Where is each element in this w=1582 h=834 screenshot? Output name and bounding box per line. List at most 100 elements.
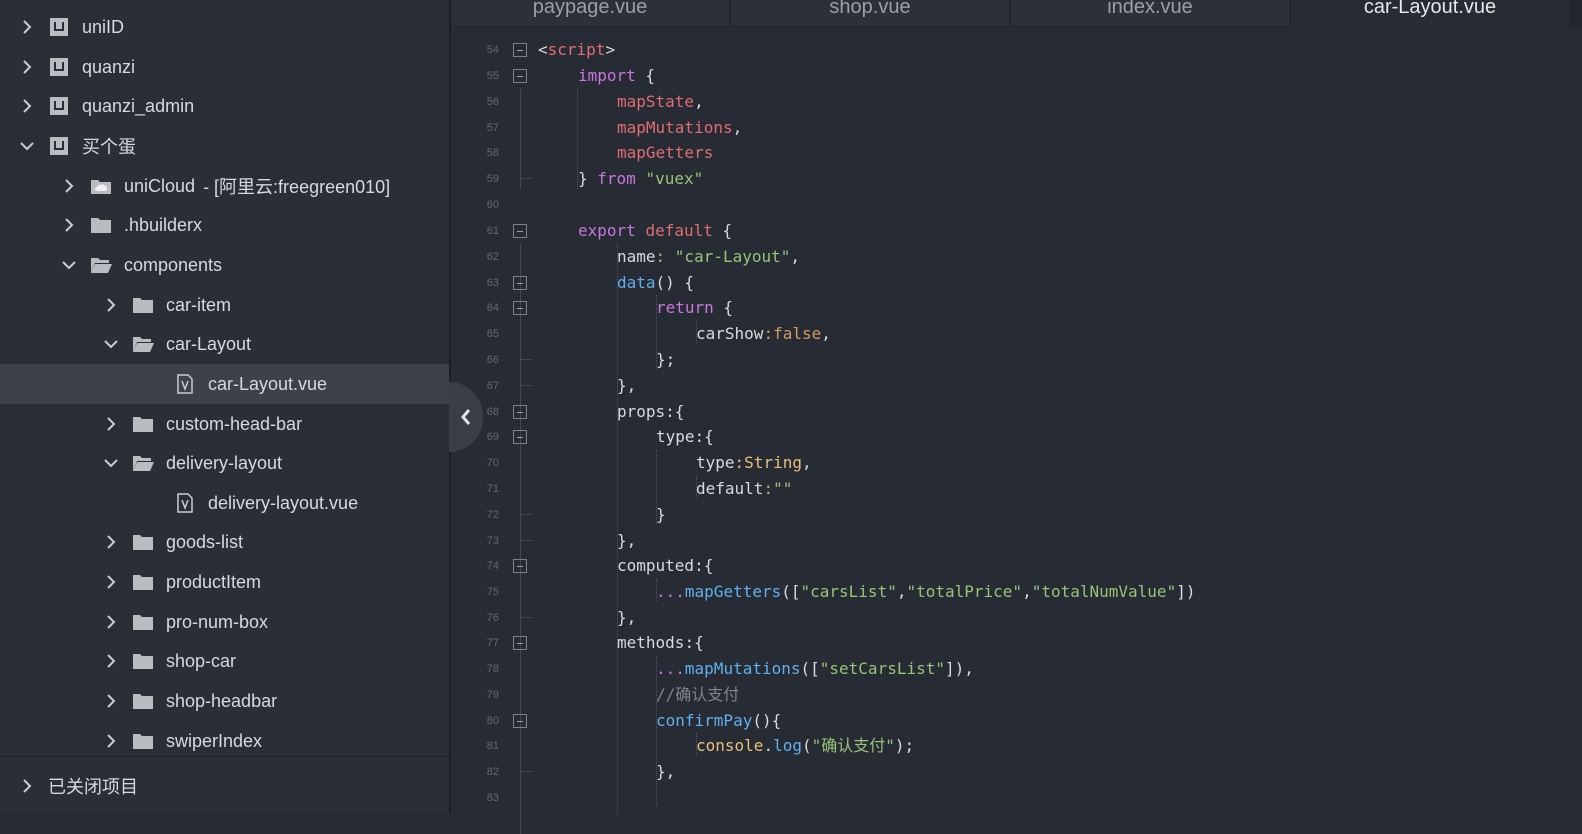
line-number: 58 [486,147,499,159]
code-text: import { [578,66,656,85]
tree-item-shop-headbar[interactable]: shop-headbar [0,681,449,721]
fold-toggle[interactable] [513,276,527,290]
tree-item-unicloud[interactable]: uniCloud - [阿里云:freegreen010] [0,166,449,206]
fold-toggle[interactable] [513,430,527,444]
code-line[interactable]: 78 ...mapMutations(["setCarsList"]), [451,656,1582,682]
tab-car-layout-vue[interactable]: car-Layout.vue [1291,0,1571,26]
chevron-right-icon[interactable] [104,654,118,668]
chevron-right-icon[interactable] [104,694,118,708]
fold-toggle[interactable] [513,405,527,419]
fold-toggle[interactable] [513,224,527,238]
code-line[interactable]: 75 ...mapGetters(["carsList","totalPrice… [451,579,1582,605]
code-line[interactable]: 64 return { [451,295,1582,321]
chevron-right-icon[interactable] [20,778,34,793]
code-line[interactable]: 74 computed:{ [451,553,1582,579]
chevron-down-icon[interactable] [104,337,118,351]
tree-item-components[interactable]: components [0,245,449,285]
chevron-down-icon[interactable] [20,139,34,153]
code-line[interactable]: 81 console.log("确认支付"); [451,733,1582,759]
line-number: 55 [486,70,499,82]
code-line[interactable]: 76 }, [451,605,1582,631]
project-label: quanzi_admin [82,95,195,116]
code-line[interactable]: 77 methods:{ [451,630,1582,656]
fold-toggle[interactable] [513,559,527,573]
code-line[interactable]: 82 }, [451,759,1582,785]
chevron-right-icon[interactable] [62,179,76,193]
code-text: type:String, [696,453,812,472]
chevron-right-icon[interactable] [104,615,118,629]
fold-toggle[interactable] [513,301,527,315]
project-item-quanzi[interactable]: quanzi [0,47,449,87]
code-line[interactable]: 70 type:String, [451,450,1582,476]
code-line[interactable]: 79 //确认支付 [451,682,1582,708]
tree-item-car-layout[interactable]: car-Layout [0,324,449,364]
code-line[interactable]: 68 props:{ [451,399,1582,425]
tree-item-delivery-layout-vue[interactable]: delivery-layout.vue [0,483,449,523]
code-line[interactable]: 63 data() { [451,270,1582,296]
tree-item-custom-head-bar[interactable]: custom-head-bar [0,404,449,444]
code-line[interactable]: 54 <script> [451,37,1582,63]
chevron-left-icon [460,408,472,426]
project-item-maigedan[interactable]: 买个蛋 [0,126,449,166]
code-line[interactable]: 66 }; [451,347,1582,373]
code-line[interactable]: 62 name: "car-Layout", [451,244,1582,270]
tree-item-hbuilderx[interactable]: .hbuilderx [0,205,449,245]
line-number: 65 [486,328,499,340]
tab-paypage-vue[interactable]: paypage.vue [451,0,731,26]
tree-item-label: car-item [166,294,232,315]
code-line[interactable]: 60 [451,192,1582,218]
code-line[interactable]: 59 } from "vuex" [451,166,1582,192]
tab-shop-vue[interactable]: shop.vue [731,0,1011,26]
code-line[interactable]: 83 [451,785,1582,811]
tree-item-goods-list[interactable]: goods-list [0,522,449,562]
chevron-right-icon[interactable] [20,99,34,113]
chevron-right-icon[interactable] [104,734,118,748]
fold-toggle[interactable] [513,69,527,83]
project-item-quanzi-admin[interactable]: quanzi_admin [0,86,449,126]
chevron-right-icon[interactable] [104,298,118,312]
project-item-uniid[interactable]: uniID [0,7,449,47]
code-line[interactable]: 65 carShow:false, [451,321,1582,347]
project-icon [48,96,70,116]
tab-index-vue[interactable]: index.vue [1011,0,1291,26]
chevron-right-icon[interactable] [20,20,34,34]
tree-item-productitem[interactable]: productItem [0,562,449,602]
chevron-right-icon[interactable] [104,417,118,431]
code-line[interactable]: 69 type:{ [451,424,1582,450]
fold-toggle[interactable] [513,714,527,728]
tree-item-car-item[interactable]: car-item [0,285,449,325]
closed-projects-section[interactable]: 已关闭项目 [0,756,449,813]
tree-item-delivery-layout[interactable]: delivery-layout [0,443,449,483]
code-line[interactable]: 80 confirmPay(){ [451,708,1582,734]
tab-label: car-Layout.vue [1363,0,1497,18]
chevron-down-icon[interactable] [104,456,118,470]
tree-item-pro-num-box[interactable]: pro-num-box [0,602,449,642]
code-line[interactable]: 61 export default { [451,218,1582,244]
tree-item-label: pro-num-box [166,611,269,632]
chevron-right-icon[interactable] [20,60,34,74]
chevron-down-icon[interactable] [62,258,76,272]
tree-item-swiperindex[interactable]: swiperIndex [0,721,449,761]
line-number: 78 [486,663,499,675]
fold-toggle[interactable] [513,636,527,650]
chevron-right-icon[interactable] [62,218,76,232]
code-line[interactable]: 57 mapMutations, [451,115,1582,141]
code-line[interactable]: 72 } [451,502,1582,528]
code-line[interactable]: 55 import { [451,63,1582,89]
code-line[interactable]: 71 default:"" [451,476,1582,502]
code-line[interactable]: 67 }, [451,373,1582,399]
chevron-right-icon[interactable] [104,535,118,549]
tree-item-shop-car[interactable]: shop-car [0,641,449,681]
fold-toggle[interactable] [513,43,527,57]
code-editor[interactable]: 54 <script> 55 import { 56 mapState, 57 … [451,27,1582,834]
chevron-right-icon[interactable] [104,575,118,589]
code-text: ...mapMutations(["setCarsList"]), [656,659,974,678]
code-line[interactable]: 56 mapState, [451,89,1582,115]
tree-item-car-layout-vue[interactable]: car-Layout.vue [0,364,449,404]
tree-item-label: shop-headbar [166,690,278,711]
tree-item-label: car-Layout.vue [208,373,328,394]
code-line[interactable]: 58 mapGetters [451,140,1582,166]
code-line[interactable]: 73 }, [451,528,1582,554]
line-number: 72 [486,509,499,521]
line-number: 82 [486,766,499,778]
